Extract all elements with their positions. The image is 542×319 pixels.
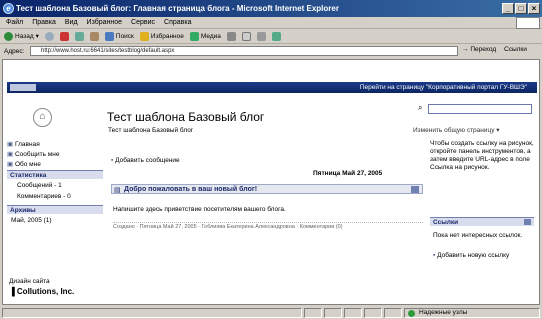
refresh-button[interactable] xyxy=(74,31,84,41)
maximize-button[interactable]: □ xyxy=(515,3,527,14)
portal-link[interactable]: Перейти на страницу "Корпоративный порта… xyxy=(360,82,527,93)
mail-icon xyxy=(241,31,251,41)
back-arrow-icon xyxy=(4,31,13,41)
print-button[interactable] xyxy=(256,31,266,41)
history-icon xyxy=(226,31,236,41)
portal-logo xyxy=(10,84,36,91)
home-button[interactable] xyxy=(89,31,99,41)
windows-logo xyxy=(516,17,540,29)
back-button[interactable]: Назад ▾ xyxy=(4,31,39,41)
stats-posts: Сообщений - 1 xyxy=(17,182,62,189)
nav-home[interactable]: ▣ Главная xyxy=(7,140,40,148)
about-icon: ▣ xyxy=(7,161,14,168)
media-icon xyxy=(189,31,199,41)
add-link[interactable]: ▪ Добавить новую ссылку xyxy=(433,252,529,260)
toolbar: Назад ▾ Поиск Избранное Медиа xyxy=(0,29,542,44)
menu-favorites[interactable]: Избранное xyxy=(87,19,122,26)
archive-header: Архивы xyxy=(7,205,103,214)
menu-edit[interactable]: Правка xyxy=(32,19,56,26)
stop-button[interactable] xyxy=(59,31,69,41)
site-title[interactable]: Тест шаблона Базовый блог xyxy=(107,110,264,124)
window-title: Тест шаблона Базовый блог: Главная стран… xyxy=(16,4,339,13)
edit-icon xyxy=(271,31,281,41)
search-icon: ⌕ xyxy=(418,103,423,112)
post-date: Пятница Май 27, 2005 xyxy=(313,170,383,177)
image-help-text: Чтобы создать ссылку на рисунок, откройт… xyxy=(430,140,534,171)
go-button[interactable]: → Переход xyxy=(462,46,496,53)
menu-file[interactable]: Файл xyxy=(6,19,23,26)
status-main xyxy=(2,308,302,318)
archive-item[interactable]: Май, 2005 (1) xyxy=(11,217,52,224)
refresh-icon xyxy=(74,31,84,41)
home-icon[interactable]: ⌂ xyxy=(33,108,52,127)
nav-notify[interactable]: ▣ Сообщить мне xyxy=(7,150,59,158)
close-button[interactable]: × xyxy=(528,3,540,14)
favorites-button[interactable]: Избранное xyxy=(139,31,184,41)
company-logo[interactable]: ▐ Collutions, Inc. xyxy=(9,287,74,296)
menu-view[interactable]: Вид xyxy=(65,19,78,26)
add-link-icon: ▪ xyxy=(433,252,436,259)
home-nav-icon: ▣ xyxy=(7,141,14,148)
status-cell-1 xyxy=(304,308,322,318)
star-icon xyxy=(139,31,149,41)
design-credit: Дизайн сайта xyxy=(9,278,50,285)
forward-arrow-icon xyxy=(44,31,54,41)
add-message-link[interactable]: ▪ Добавить сообщение xyxy=(111,157,180,164)
nav-about[interactable]: ▣ Обо мне xyxy=(7,160,41,168)
status-bar: Надежные узлы xyxy=(0,306,542,319)
mail-button[interactable] xyxy=(241,31,251,41)
status-cell-5 xyxy=(384,308,402,318)
stats-comments: Комментариев - 0 xyxy=(17,193,71,200)
stop-icon xyxy=(59,31,69,41)
history-button[interactable] xyxy=(226,31,236,41)
portal-bar: Перейти на страницу "Корпоративный порта… xyxy=(7,82,537,93)
post-icon: ▤ xyxy=(114,187,121,194)
menu-tools[interactable]: Сервис xyxy=(131,19,155,26)
forward-button[interactable] xyxy=(44,31,54,41)
company-mark-icon: ▐ xyxy=(9,287,15,296)
page-viewport: Перейти на страницу "Корпоративный порта… xyxy=(2,59,540,305)
links-header: Ссылки xyxy=(430,217,534,226)
stats-header: Статистика xyxy=(7,170,103,179)
edit-page-menu[interactable]: Изменить общую страницу ▾ xyxy=(413,126,500,134)
ie-icon: e xyxy=(3,3,14,14)
trusted-zone-icon xyxy=(408,310,415,317)
status-cell-4 xyxy=(364,308,382,318)
add-icon: ▪ xyxy=(111,157,114,164)
address-label: Адрес: xyxy=(4,47,25,55)
search-icon xyxy=(104,31,114,41)
address-input[interactable]: http://www.host.ru:6641/sites/testblog/d… xyxy=(30,46,458,56)
home-icon xyxy=(89,31,99,41)
post-header: ▤ Добро пожаловать в ваш новый блог! xyxy=(111,184,423,194)
notify-icon: ▣ xyxy=(7,151,14,158)
links-edit-icon[interactable] xyxy=(524,219,531,225)
links-button[interactable]: Ссылки xyxy=(504,46,527,53)
edit-button[interactable] xyxy=(271,31,281,41)
search-button[interactable]: Поиск xyxy=(104,31,134,41)
status-cell-2 xyxy=(324,308,342,318)
print-icon xyxy=(256,31,266,41)
no-links-text: Пока нет интересных ссылок. xyxy=(433,232,523,239)
post-edit-icon[interactable] xyxy=(411,186,419,193)
post-body: Напишите здесь приветствие посетителям в… xyxy=(113,206,286,213)
menu-bar: Файл Правка Вид Избранное Сервис Справка xyxy=(0,17,542,29)
address-bar: Адрес: http://www.host.ru:6641/sites/tes… xyxy=(0,44,542,58)
media-button[interactable]: Медиа xyxy=(189,31,221,41)
status-cell-3 xyxy=(344,308,362,318)
post-footer: Создано · Пятница Май 27, 2005 · Гоблияв… xyxy=(113,222,423,230)
security-zone: Надежные узлы xyxy=(404,308,540,318)
title-bar: e Тест шаблона Базовый блог: Главная стр… xyxy=(0,0,542,17)
breadcrumb[interactable]: Тест шаблона Базовый блог xyxy=(108,127,193,134)
menu-help[interactable]: Справка xyxy=(164,19,191,26)
post-title[interactable]: Добро пожаловать в ваш новый блог! xyxy=(124,185,257,194)
minimize-button[interactable]: _ xyxy=(502,3,514,14)
search-input[interactable] xyxy=(428,104,532,114)
